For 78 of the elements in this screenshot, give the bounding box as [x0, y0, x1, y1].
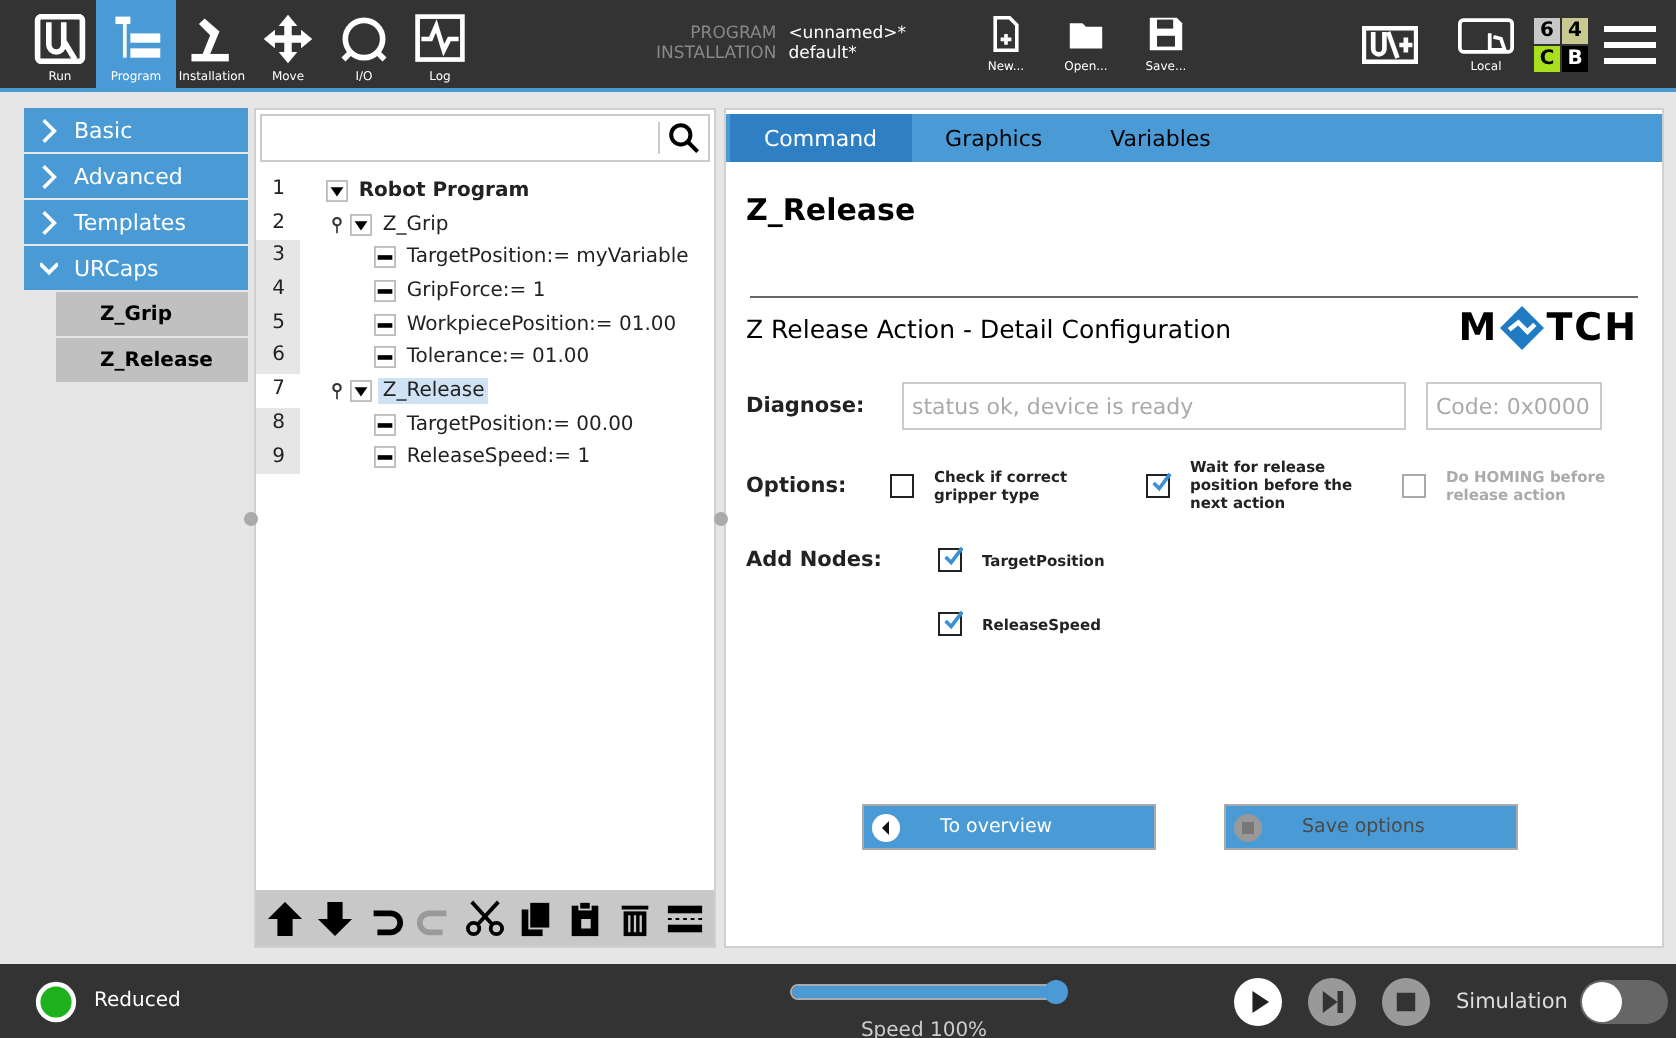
ur-plus-icon[interactable]: [1362, 25, 1418, 63]
checkbox[interactable]: [1146, 473, 1170, 497]
line-number: 5: [256, 307, 301, 341]
logo-text: M: [1458, 306, 1499, 350]
ur-logo-icon: [32, 14, 88, 64]
collapse-toggle-icon[interactable]: [350, 213, 373, 236]
tree-node[interactable]: TargetPosition:= myVariable: [402, 244, 693, 271]
safety-mode: Reduced: [94, 990, 183, 1012]
status-indicator: 6: [1534, 17, 1560, 43]
pin-icon: [332, 215, 343, 234]
tree-node[interactable]: WorkpiecePosition:= 01.00: [402, 311, 681, 338]
line-number: 4: [256, 274, 301, 308]
checkbox[interactable]: [938, 612, 962, 636]
io-icon: [336, 14, 392, 64]
diamond-logo-icon: [1500, 306, 1545, 350]
tree-node[interactable]: Robot Program: [354, 177, 534, 204]
installation-name: default*: [788, 44, 859, 64]
arrow-up-icon[interactable]: [266, 899, 305, 937]
step-button[interactable]: [1308, 977, 1356, 1025]
chevron-right-icon: [40, 209, 58, 235]
status-indicator: C: [1534, 45, 1560, 71]
leaf-node-icon: [374, 446, 397, 469]
leaf-node-icon: [374, 246, 397, 269]
simulation-toggle[interactable]: [1579, 979, 1668, 1023]
leaf-node-icon: [374, 279, 397, 302]
line-number: 9: [256, 441, 301, 475]
simulation-label: Simulation: [1456, 989, 1568, 1013]
chevron-right-icon: [40, 117, 58, 143]
program-name: <unnamed>*: [788, 24, 906, 44]
scissors-icon[interactable]: [466, 899, 505, 937]
chevron-right-icon: [40, 163, 58, 189]
line-number: 7: [270, 376, 288, 405]
program-label: PROGRAM: [688, 24, 777, 44]
resize-handle[interactable]: [243, 512, 258, 526]
new-file-icon: [987, 15, 1024, 51]
tab[interactable]: Graphics: [911, 114, 1077, 162]
line-number: 6: [256, 340, 301, 375]
tab[interactable]: Command: [730, 114, 912, 162]
menu-icon[interactable]: [1604, 24, 1656, 64]
leaf-node-icon: [374, 413, 397, 436]
tree-node[interactable]: Z_Grip: [378, 211, 453, 238]
leaf-node-icon: [374, 346, 397, 369]
waveform-icon: [412, 14, 468, 64]
field-label: Options:: [746, 473, 849, 497]
stop-button[interactable]: [1382, 977, 1430, 1025]
copy-icon[interactable]: [516, 899, 555, 937]
field-label: Diagnose:: [746, 394, 867, 418]
line-number: 1: [270, 176, 288, 204]
leaf-node-icon: [374, 313, 397, 336]
collapse-toggle-icon[interactable]: [350, 379, 373, 402]
collapse-toggle-icon[interactable]: [326, 179, 349, 202]
node-title: Z_Release: [746, 192, 918, 228]
status-indicator: 4: [1562, 17, 1588, 43]
tree-node[interactable]: Z_Release: [378, 377, 489, 404]
tree-node[interactable]: TargetPosition:= 00.00: [402, 411, 638, 438]
line-number: 8: [256, 407, 301, 441]
play-button[interactable]: [1234, 977, 1282, 1025]
checkbox[interactable]: [890, 473, 914, 497]
arrow-down-icon[interactable]: [316, 899, 355, 937]
field-label: Add Nodes:: [746, 548, 884, 576]
checkbox[interactable]: [938, 548, 962, 572]
search-field[interactable]: [260, 114, 711, 162]
sidebar-subitem[interactable]: Z_Release: [56, 338, 248, 382]
tree-node[interactable]: GripForce:= 1: [402, 277, 550, 304]
tablet-hand-icon: [1458, 14, 1514, 56]
tab[interactable]: Variables: [1076, 114, 1245, 162]
line-number: 3: [256, 240, 301, 275]
installation-label: INSTALLATION: [656, 44, 777, 64]
sidebar-subitem[interactable]: Z_Grip: [56, 292, 248, 336]
pin-icon: [332, 381, 343, 400]
move-arrows-icon: [260, 14, 316, 64]
tree-node[interactable]: Tolerance:= 01.00: [402, 344, 594, 371]
safety-status-icon: [34, 979, 78, 1023]
line-number: 2: [270, 209, 288, 238]
status-indicator: B: [1562, 45, 1588, 71]
logo-text: TCH: [1546, 306, 1638, 350]
tree-node[interactable]: ReleaseSpeed:= 1: [402, 444, 595, 471]
section-heading: Z Release Action - Detail Configuration: [746, 313, 1232, 343]
